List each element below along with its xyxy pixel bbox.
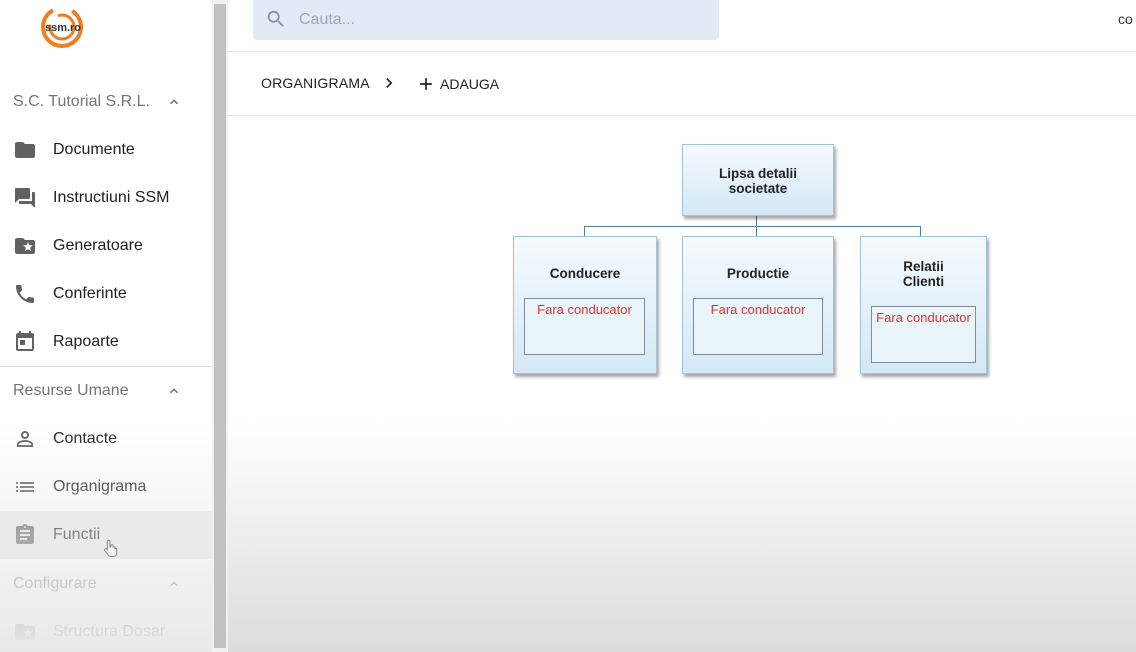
section-title: Configurare — [13, 575, 97, 592]
clipboard-icon — [16, 524, 34, 544]
sidebar-item-documente[interactable]: Documente — [0, 126, 212, 174]
org-node-title: Lipsa detalii societate — [718, 166, 798, 196]
folder-star-icon — [15, 624, 35, 640]
connector-line — [584, 226, 921, 227]
sidebar-item-label: Functii — [53, 526, 101, 543]
toolbar: ORGANIGRAMA ADAUGA — [228, 52, 1136, 116]
sidebar-item-label: Rapoarte — [53, 333, 119, 350]
top-bar: co — [228, 0, 1136, 52]
forum-icon — [15, 188, 35, 208]
org-node-leader[interactable]: Fara conducator — [693, 298, 823, 355]
sidebar-item-label: Generatoare — [53, 237, 143, 254]
org-node-title: Productie — [726, 266, 790, 281]
chevron-up-icon — [170, 388, 178, 394]
search-box[interactable] — [253, 0, 719, 40]
sidebar-item-label: Documente — [53, 141, 135, 158]
section-header-resurse-umane[interactable]: Resurse Umane — [0, 367, 212, 415]
sidebar-item-generatoare[interactable]: Generatoare — [0, 222, 212, 270]
list-icon — [16, 482, 34, 492]
sidebar-item-label: Instructiuni SSM — [53, 189, 170, 206]
sidebar-item-structura-dosar[interactable]: Structura Dosar — [0, 608, 212, 652]
person-icon — [17, 431, 33, 447]
sidebar-item-organigrama[interactable]: Organigrama — [0, 463, 212, 511]
search-input[interactable] — [299, 6, 699, 34]
section-header-configurare[interactable]: Configurare — [0, 560, 212, 608]
svg-text:ssm.ro: ssm.ro — [45, 22, 81, 34]
section-header-company[interactable]: S.C. Tutorial S.R.L. — [0, 78, 212, 126]
plus-icon — [420, 78, 432, 90]
sidebar: ssm.ro S.C. Tutorial S.R.L. Documente In… — [0, 0, 212, 652]
org-node-relatii-clienti[interactable]: Relatii Clienti Fara conducator — [860, 236, 987, 374]
chevron-right-icon — [386, 78, 393, 88]
org-node-leader[interactable]: Fara conducator — [524, 298, 645, 355]
org-node-root[interactable]: Lipsa detalii societate — [682, 144, 834, 216]
sidebar-item-label: Organigrama — [53, 478, 147, 495]
folder-icon — [15, 142, 35, 158]
main-content: co ORGANIGRAMA ADAUGA Lipsa detalii soci… — [228, 0, 1136, 652]
org-node-title: Conducere — [549, 266, 621, 281]
chevron-up-icon — [170, 581, 178, 587]
sidebar-item-functii[interactable]: Functii — [0, 511, 212, 559]
org-node-productie[interactable]: Productie Fara conducator — [682, 236, 834, 374]
connector-line — [756, 226, 757, 236]
org-node-conducere[interactable]: Conducere Fara conducator — [513, 236, 657, 374]
sidebar-item-conferinte[interactable]: Conferinte — [0, 270, 212, 318]
connector-line — [584, 226, 585, 236]
add-button-label: ADAUGA — [440, 76, 500, 92]
breadcrumb[interactable]: ORGANIGRAMA — [261, 75, 370, 91]
section-title: Resurse Umane — [13, 382, 129, 399]
sidebar-item-label: Contacte — [53, 430, 118, 447]
org-node-leader[interactable]: Fara conducator — [871, 306, 976, 363]
sidebar-item-label: Structura Dosar — [53, 623, 166, 640]
search-icon — [267, 10, 284, 27]
add-button[interactable]: ADAUGA — [416, 72, 499, 96]
ssm-logo[interactable]: ssm.ro — [36, 4, 86, 50]
phone-icon — [16, 285, 34, 303]
folder-star-icon — [15, 238, 35, 254]
sidebar-scrollbar[interactable] — [212, 0, 228, 652]
topbar-right-text[interactable]: co — [1118, 11, 1136, 27]
sidebar-item-contacte[interactable]: Contacte — [0, 415, 212, 463]
hand-cursor-icon — [104, 539, 118, 557]
connector-line — [920, 226, 921, 236]
sidebar-item-label: Conferinte — [53, 285, 127, 302]
section-title: S.C. Tutorial S.R.L. — [13, 93, 150, 110]
chevron-up-icon — [170, 99, 178, 105]
sidebar-item-rapoarte[interactable]: Rapoarte — [0, 318, 212, 366]
org-node-title: Relatii Clienti — [902, 259, 945, 289]
scrollbar-thumb[interactable] — [214, 4, 226, 648]
calendar-icon — [16, 331, 34, 351]
sidebar-item-instructiuni-ssm[interactable]: Instructiuni SSM — [0, 174, 212, 222]
